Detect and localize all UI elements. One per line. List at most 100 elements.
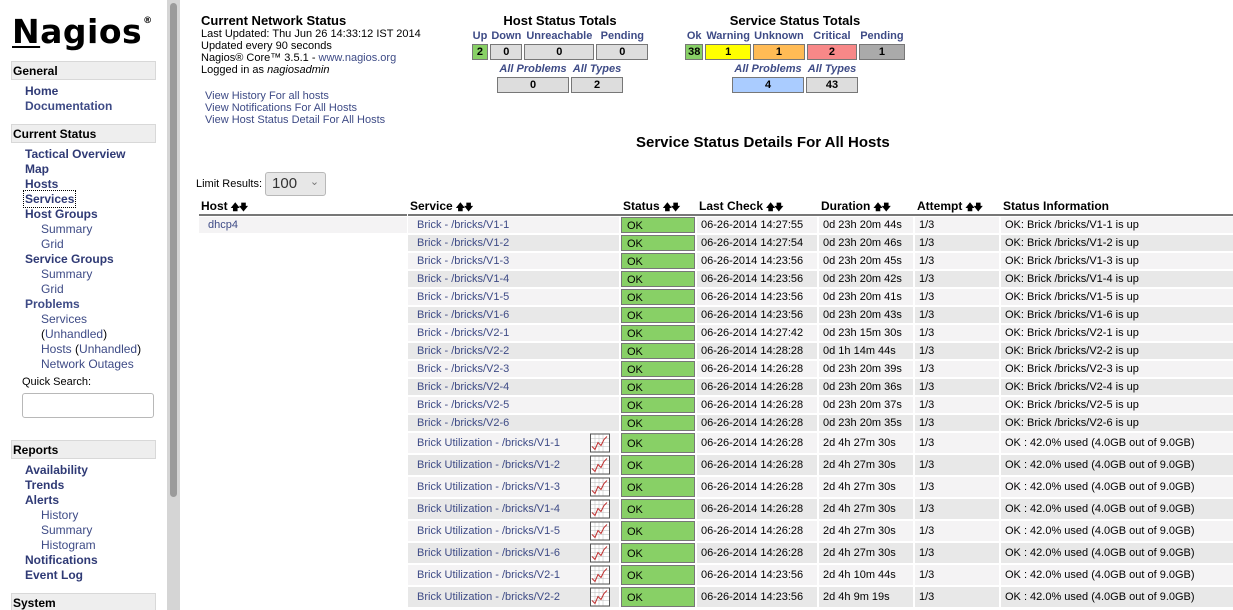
service-link[interactable]: Brick Utilization - /bricks/V2-1	[417, 569, 560, 581]
service-critical-count[interactable]: 2	[806, 44, 857, 60]
graph-icon[interactable]	[590, 587, 610, 607]
nav-service-groups[interactable]: Service Groups	[25, 252, 114, 266]
nav-problems-hosts-unhandled[interactable]: Unhandled	[79, 342, 137, 356]
graph-icon[interactable]	[590, 565, 610, 585]
nav-documentation[interactable]: Documentation	[25, 99, 112, 113]
service-link[interactable]: Brick - /bricks/V2-3	[417, 363, 509, 375]
table-row: Brick - /bricks/V2-1 OK 06-26-2014 14:27…	[408, 324, 1233, 342]
nav-event-log[interactable]: Event Log	[25, 568, 83, 582]
graph-icon[interactable]	[590, 433, 610, 453]
nav-alerts[interactable]: Alerts	[25, 493, 59, 507]
nav-problems-services[interactable]: Services	[41, 312, 87, 326]
graph-icon[interactable]	[590, 543, 610, 563]
nav-notifications[interactable]: Notifications	[25, 553, 98, 567]
nav-alerts-summary[interactable]: Summary	[41, 523, 92, 537]
graph-icon[interactable]	[590, 455, 610, 475]
sort-arrows-icon[interactable]: 🡅🡇	[456, 202, 473, 212]
service-all-problems-label[interactable]: All Problems	[732, 63, 804, 75]
service-pending-label[interactable]: Pending	[859, 30, 905, 42]
service-link[interactable]: Brick Utilization - /bricks/V1-5	[417, 525, 560, 537]
service-link[interactable]: Brick - /bricks/V1-1	[417, 219, 509, 231]
nav-alerts-histogram[interactable]: Histogram	[41, 538, 96, 552]
limit-results-select[interactable]: 100 ⌄	[265, 172, 327, 196]
nav-problems-services-unhandled[interactable]: Unhandled	[45, 327, 103, 341]
service-link[interactable]: Brick - /bricks/V1-4	[417, 273, 509, 285]
status-info-cell: OK : 42.0% used (4.0GB out of 9.0GB)	[1001, 433, 1233, 453]
nav-host-groups-summary[interactable]: Summary	[41, 222, 92, 236]
service-critical-label[interactable]: Critical	[807, 30, 857, 42]
nav-service-groups-summary[interactable]: Summary	[41, 267, 92, 281]
service-link[interactable]: Brick Utilization - /bricks/V1-2	[417, 459, 560, 471]
link-notifications-all-hosts[interactable]: View Notifications For All Hosts	[205, 102, 385, 114]
service-link[interactable]: Brick Utilization - /bricks/V1-3	[417, 481, 560, 493]
service-warning-label[interactable]: Warning	[705, 30, 751, 42]
host-all-problems-label[interactable]: All Problems	[497, 63, 569, 75]
service-all-types-count[interactable]: 43	[806, 77, 858, 93]
service-all-types-label[interactable]: All Types	[806, 63, 858, 75]
service-link[interactable]: Brick - /bricks/V1-3	[417, 255, 509, 267]
service-link[interactable]: Brick Utilization - /bricks/V2-2	[417, 591, 560, 603]
sort-arrows-icon[interactable]: 🡅🡇	[766, 202, 783, 212]
host-all-types-label[interactable]: All Types	[571, 63, 623, 75]
nav-scrollbar[interactable]	[167, 0, 180, 610]
nav-alerts-history[interactable]: History	[41, 508, 78, 522]
service-unknown-label[interactable]: Unknown	[753, 30, 805, 42]
service-link[interactable]: Brick Utilization - /bricks/V1-6	[417, 547, 560, 559]
service-link[interactable]: Brick - /bricks/V2-5	[417, 399, 509, 411]
quick-search-input[interactable]	[22, 393, 154, 418]
service-ok-count[interactable]: 38	[685, 44, 704, 60]
nav-trends[interactable]: Trends	[25, 478, 64, 492]
graph-icon[interactable]	[590, 477, 610, 497]
nav-service-groups-grid[interactable]: Grid	[41, 282, 64, 296]
service-link[interactable]: Brick - /bricks/V1-6	[417, 309, 509, 321]
nav-problems-hosts[interactable]: Hosts	[41, 342, 72, 356]
nav-tactical-overview[interactable]: Tactical Overview	[25, 147, 126, 161]
service-warning-count[interactable]: 1	[705, 44, 751, 60]
nav-home[interactable]: Home	[25, 84, 58, 98]
service-unknown-count[interactable]: 1	[752, 44, 805, 60]
service-link[interactable]: Brick - /bricks/V1-2	[417, 237, 509, 249]
graph-icon[interactable]	[590, 499, 610, 519]
sort-arrows-icon[interactable]: 🡅🡇	[231, 202, 248, 212]
link-host-status-detail[interactable]: View Host Status Detail For All Hosts	[205, 114, 385, 126]
sort-arrows-icon[interactable]: 🡅🡇	[663, 202, 680, 212]
host-up-label[interactable]: Up	[472, 30, 489, 42]
nav-network-outages[interactable]: Network Outages	[41, 357, 134, 371]
service-link[interactable]: Brick - /bricks/V2-6	[417, 417, 509, 429]
nav-host-groups-grid[interactable]: Grid	[41, 237, 64, 251]
host-unreachable-count[interactable]: 0	[524, 44, 595, 60]
nav-services[interactable]: Services	[22, 190, 77, 208]
nagios-website-link[interactable]: www.nagios.org	[319, 52, 397, 64]
service-link[interactable]: Brick - /bricks/V2-2	[417, 345, 509, 357]
nav-availability[interactable]: Availability	[25, 463, 88, 477]
service-ok-label[interactable]: Ok	[685, 30, 703, 42]
host-all-types-count[interactable]: 2	[571, 77, 623, 93]
attempt-cell: 1/3	[915, 343, 999, 359]
host-all-problems-count[interactable]: 0	[497, 77, 569, 93]
nav-problems[interactable]: Problems	[25, 297, 80, 311]
sort-arrows-icon[interactable]: 🡅🡇	[873, 202, 890, 212]
service-link[interactable]: Brick - /bricks/V1-5	[417, 291, 509, 303]
nav-hosts[interactable]: Hosts	[25, 177, 58, 191]
service-totals-title: Service Status Totals	[729, 13, 861, 28]
host-down-count[interactable]: 0	[490, 44, 523, 60]
service-pending-count[interactable]: 1	[858, 44, 905, 60]
host-pending-count[interactable]: 0	[596, 44, 649, 60]
host-up-count[interactable]: 2	[471, 44, 489, 60]
sort-arrows-icon[interactable]: 🡅🡇	[965, 202, 982, 212]
service-all-problems-count[interactable]: 4	[732, 77, 804, 93]
service-link[interactable]: Brick Utilization - /bricks/V1-4	[417, 503, 560, 515]
host-unreachable-label[interactable]: Unreachable	[524, 30, 594, 42]
service-link[interactable]: Brick - /bricks/V2-4	[417, 381, 509, 393]
service-link[interactable]: Brick - /bricks/V2-1	[417, 327, 509, 339]
service-link[interactable]: Brick Utilization - /bricks/V1-1	[417, 437, 560, 449]
nav-map[interactable]: Map	[25, 162, 49, 176]
host-pending-label[interactable]: Pending	[596, 30, 648, 42]
host-link[interactable]: dhcp4	[208, 219, 238, 231]
graph-icon[interactable]	[590, 521, 610, 541]
link-history-all-hosts[interactable]: View History For all hosts	[205, 90, 385, 102]
host-down-label[interactable]: Down	[490, 30, 522, 42]
nav-host-groups[interactable]: Host Groups	[25, 207, 98, 221]
nagios-logo[interactable]: Nagios®	[12, 12, 153, 51]
nav-scrollbar-thumb[interactable]	[170, 3, 177, 497]
